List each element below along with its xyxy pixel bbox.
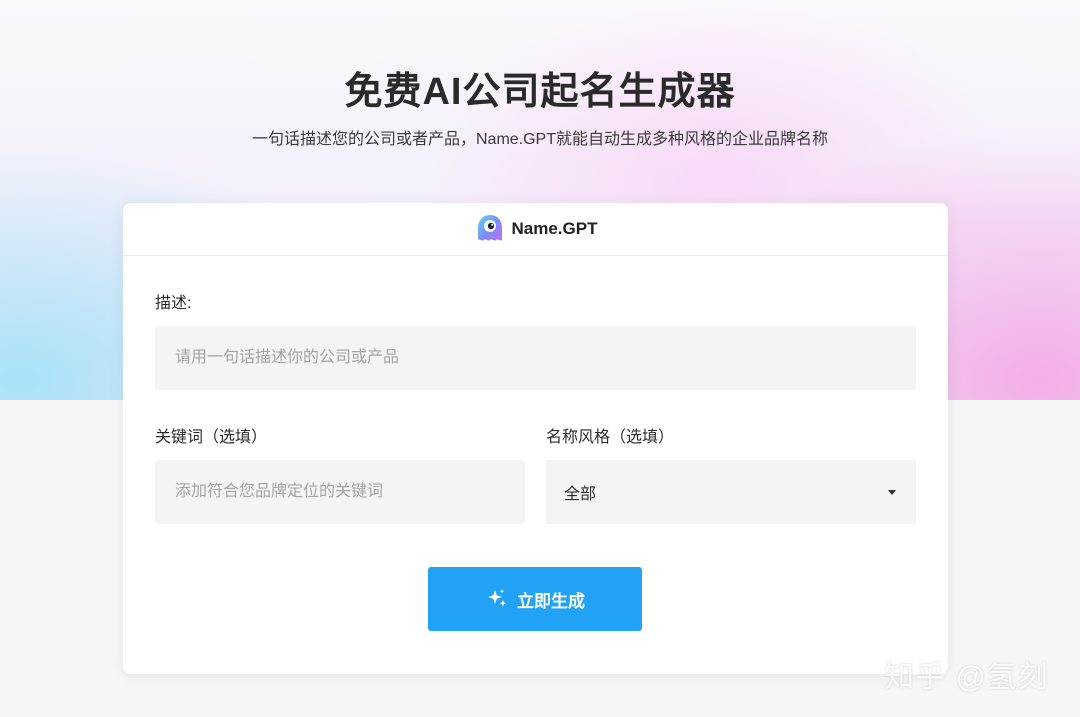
brand-name: Name.GPT	[511, 219, 598, 238]
description-label: 描述:	[155, 295, 192, 312]
page-subtitle: 一句话描述您的公司或者产品，Name.GPT就能自动生成多种风格的企业品牌名称	[251, 131, 829, 148]
description-input[interactable]	[173, 348, 898, 368]
keywords-input[interactable]	[173, 482, 507, 502]
ghost-mascot-icon	[477, 215, 502, 241]
style-selected-value: 全部	[564, 486, 597, 503]
style-select[interactable]: 全部	[546, 460, 916, 524]
card-header: Name.GPT	[123, 203, 948, 256]
page-title: 免费AI公司起名生成器	[344, 71, 736, 113]
style-label: 名称风格（选填）	[546, 429, 675, 446]
description-field[interactable]	[155, 326, 916, 390]
caret-down-icon	[888, 489, 896, 495]
generator-card: Name.GPT 描述: 关键词（选填） 名称风格（选填） 全部 立即生成	[123, 203, 948, 674]
generate-button[interactable]: 立即生成	[428, 567, 642, 631]
generate-button-label: 立即生成	[517, 591, 585, 611]
keywords-field[interactable]	[155, 460, 525, 524]
sparkle-icon	[488, 589, 507, 607]
watermark: 知乎 @氢刻	[884, 661, 1049, 694]
keywords-label: 关键词（选填）	[155, 429, 268, 446]
